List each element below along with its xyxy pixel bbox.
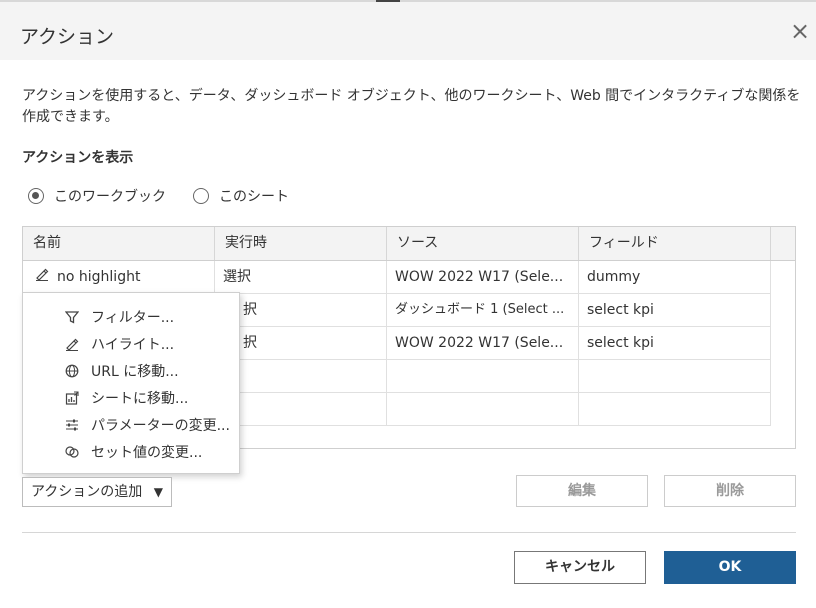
action-name: no highlight <box>57 269 141 285</box>
menu-item-highlight[interactable]: ハイライト... <box>23 330 239 357</box>
edit-button[interactable]: 編集 <box>516 475 648 507</box>
menu-item-change-parameter[interactable]: パラメーターの変更... <box>23 411 239 438</box>
menu-item-filter[interactable]: フィルター... <box>23 303 239 330</box>
globe-icon <box>61 364 83 378</box>
cell-field: dummy <box>579 261 771 293</box>
cell-source: WOW 2022 W17 (Sele... <box>387 261 579 293</box>
menu-item-label: セット値の変更... <box>91 444 203 461</box>
show-actions-label: アクションを表示 <box>22 150 134 166</box>
cell-empty <box>579 360 771 392</box>
radio-selected-icon <box>28 188 44 204</box>
dialog-description: アクションを使用すると、データ、ダッシュボード オブジェクト、他のワークシート、… <box>22 88 801 125</box>
dialog-title: アクション <box>20 26 115 48</box>
add-action-label: アクションの追加 <box>31 484 143 500</box>
sheet-chart-icon <box>61 390 83 405</box>
set-venn-icon <box>61 445 83 459</box>
sliders-icon <box>61 418 83 432</box>
column-header-name[interactable]: 名前 <box>23 227 215 260</box>
menu-item-label: パラメーターの変更... <box>91 417 230 434</box>
radio-this-sheet[interactable]: このシート <box>193 185 289 207</box>
table-header: 名前 実行時 ソース フィールド <box>23 227 795 261</box>
filter-icon <box>61 310 83 324</box>
radio-unselected-icon <box>193 188 209 204</box>
column-header-source[interactable]: ソース <box>387 227 579 260</box>
menu-item-label: フィルター... <box>91 309 175 326</box>
dialog-titlebar: アクション × <box>0 2 816 60</box>
column-header-field[interactable]: フィールド <box>579 227 771 260</box>
chevron-down-icon: ▼ <box>153 485 163 499</box>
add-action-button[interactable]: アクションの追加 ▼ <box>22 477 172 507</box>
cell-empty <box>215 393 387 425</box>
cell-empty <box>215 360 387 392</box>
menu-item-change-set-values[interactable]: セット値の変更... <box>23 438 239 465</box>
cell-field: select kpi <box>579 294 771 326</box>
menu-item-label: ハイライト... <box>91 336 175 353</box>
cell-source: ダッシュボード 1 (Select ... <box>387 294 579 326</box>
highlighter-icon <box>33 261 51 293</box>
cell-field: select kpi <box>579 327 771 359</box>
cell-empty <box>387 393 579 425</box>
close-icon[interactable]: × <box>788 16 812 46</box>
ok-button[interactable]: OK <box>664 551 796 584</box>
delete-button[interactable]: 削除 <box>664 475 796 507</box>
cell-name: no highlight <box>23 261 215 293</box>
cancel-button[interactable]: キャンセル <box>514 551 646 584</box>
highlighter-icon <box>61 337 83 351</box>
cell-run-on: 択 <box>215 294 387 326</box>
cell-empty <box>387 360 579 392</box>
menu-item-label: URL に移動... <box>91 363 179 380</box>
radio-this-workbook[interactable]: このワークブック <box>28 185 166 207</box>
radio-this-workbook-label: このワークブック <box>54 189 166 205</box>
cell-run-on: 択 <box>215 327 387 359</box>
menu-item-go-to-sheet[interactable]: シートに移動... <box>23 384 239 411</box>
cell-source: WOW 2022 W17 (Sele... <box>387 327 579 359</box>
radio-this-sheet-label: このシート <box>219 189 289 205</box>
footer-divider <box>22 532 796 533</box>
column-header-run-on[interactable]: 実行時 <box>215 227 387 260</box>
cell-empty <box>579 393 771 425</box>
table-row[interactable]: no highlight 選択 WOW 2022 W17 (Sele... du… <box>23 261 771 294</box>
cell-run-on: 選択 <box>215 261 387 293</box>
menu-item-go-to-url[interactable]: URL に移動... <box>23 357 239 384</box>
add-action-menu: フィルター... ハイライト... URL に移動... シートに移動... パ… <box>22 292 240 474</box>
menu-item-label: シートに移動... <box>91 390 189 407</box>
